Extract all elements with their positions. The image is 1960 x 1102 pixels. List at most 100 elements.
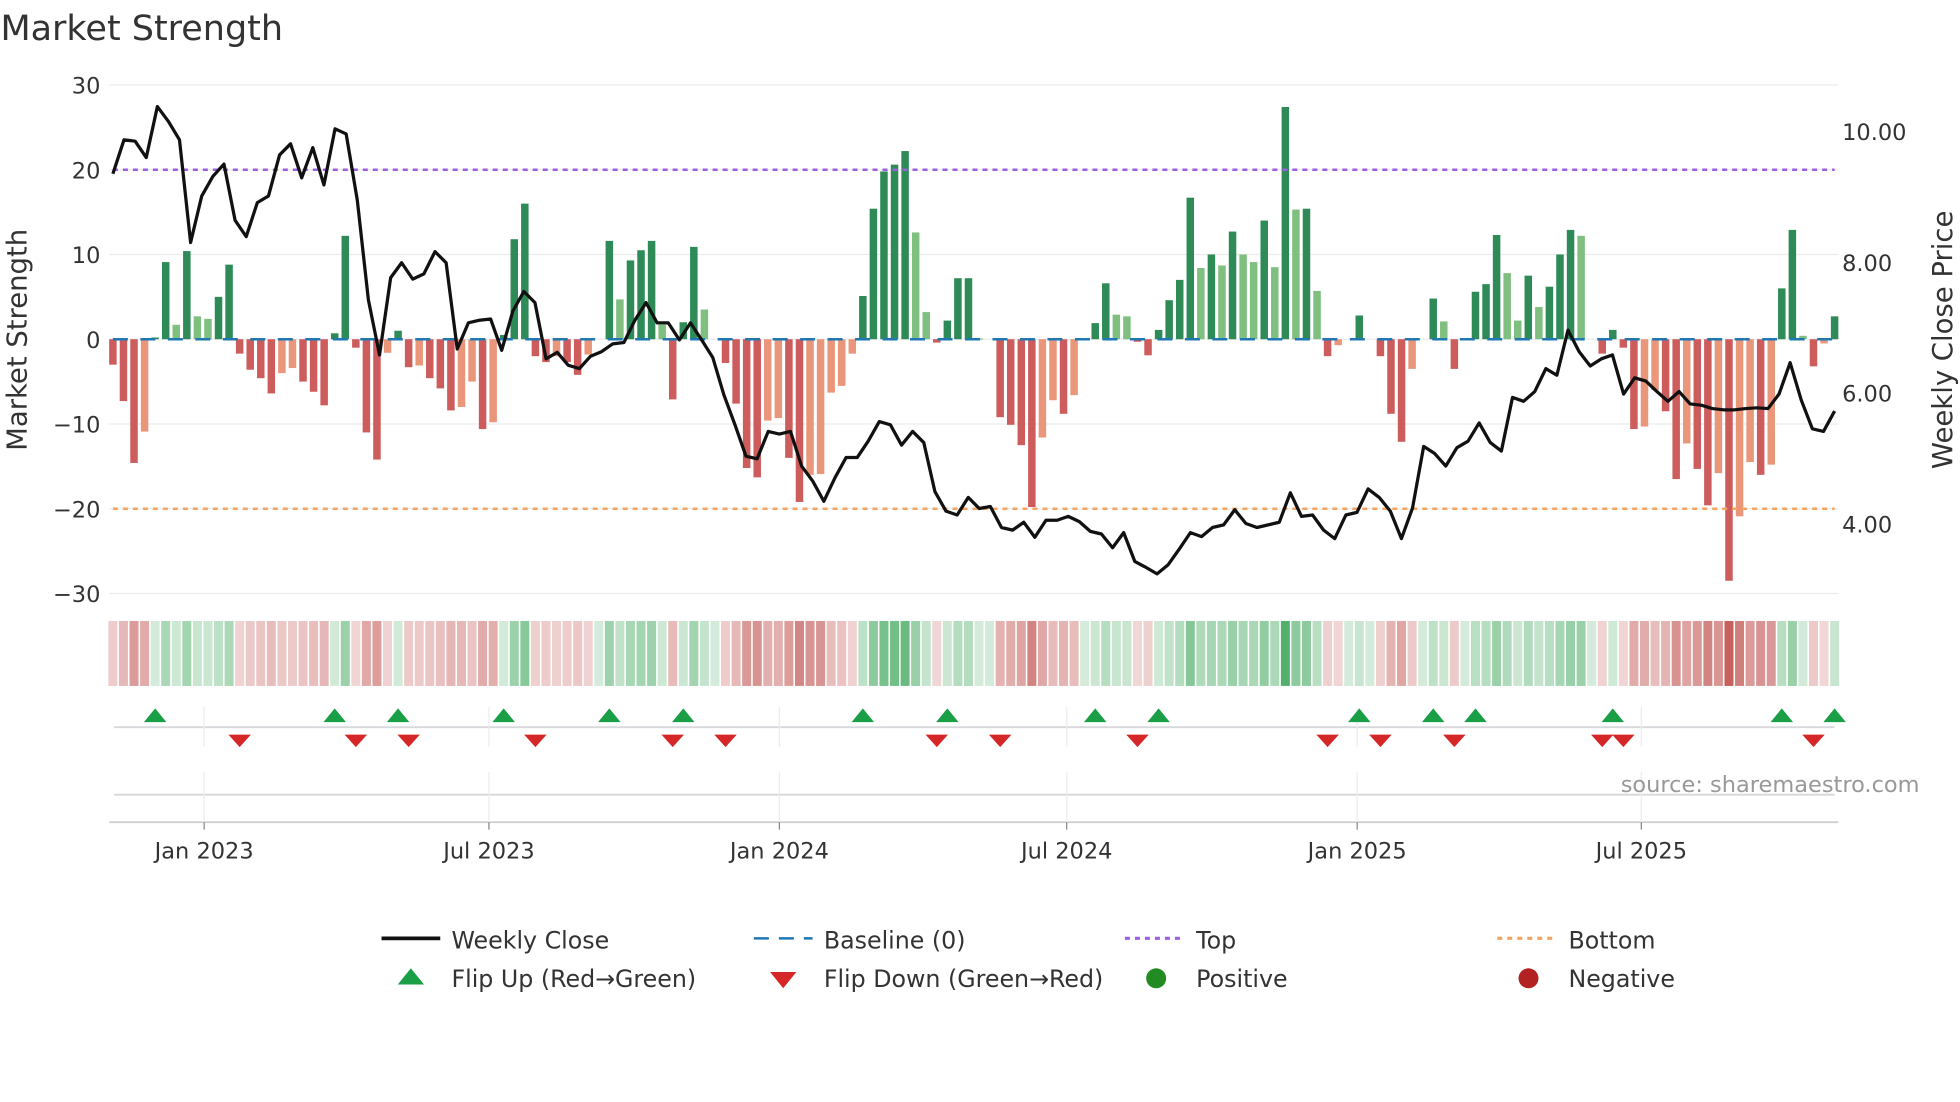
negative-bar xyxy=(246,339,254,370)
strip-cell xyxy=(1756,620,1766,686)
strip-cell xyxy=(1830,620,1840,686)
positive-bar xyxy=(616,299,624,340)
strip-cell xyxy=(1787,620,1797,686)
flip-down-marker xyxy=(714,734,737,748)
negative-bar xyxy=(816,339,825,474)
strip-cell xyxy=(372,620,382,686)
negative-dot-icon xyxy=(1518,968,1539,989)
strip-cell xyxy=(1101,620,1111,686)
strip-cell xyxy=(1185,620,1195,686)
strip-cell xyxy=(1132,620,1142,686)
flip-down-marker xyxy=(524,734,547,748)
strip-cell xyxy=(509,620,519,686)
negative-bar xyxy=(130,339,138,463)
strip-cell xyxy=(1111,620,1121,686)
flip-up-triangle-icon xyxy=(397,968,425,985)
y-right-tick-label: 10.00 xyxy=(1842,120,1906,146)
strip-cell xyxy=(182,620,192,686)
negative-bar xyxy=(299,339,307,382)
strip-cell xyxy=(731,620,741,686)
strip-cell xyxy=(330,620,340,686)
negative-bar xyxy=(404,339,413,368)
flip-up-marker xyxy=(1421,708,1445,723)
strip-cell xyxy=(1027,620,1037,686)
negative-bar xyxy=(1619,339,1628,348)
negative-bar xyxy=(1049,339,1057,401)
positive-bar xyxy=(521,203,529,340)
strip-cell xyxy=(858,620,868,686)
positive-bar xyxy=(193,316,202,340)
strip-cell xyxy=(689,620,699,686)
flip-up-marker xyxy=(598,708,621,723)
flip-down-marker xyxy=(397,734,420,748)
strip-cell xyxy=(879,620,889,686)
legend-negative: Negative xyxy=(1568,965,1674,993)
strip-cell xyxy=(657,620,667,686)
flip-up-marker xyxy=(1083,708,1107,723)
y-tick-label: −20 xyxy=(53,497,100,523)
strip-cell xyxy=(319,620,329,686)
strip-cell xyxy=(1566,620,1576,686)
negative-bar xyxy=(436,339,445,389)
flip-up-marker xyxy=(1147,708,1170,723)
strip-cell xyxy=(636,620,646,686)
y-axis-right-label: Weekly Close Price xyxy=(1927,211,1959,469)
strip-cell xyxy=(974,620,984,686)
negative-bar xyxy=(1704,339,1712,506)
strip-cell xyxy=(478,620,488,686)
strip-cell xyxy=(129,620,139,686)
strip-cell xyxy=(837,620,847,686)
y-tick-label: 0 xyxy=(86,328,100,354)
strip-cell xyxy=(647,620,657,686)
strip-cell xyxy=(1460,620,1470,686)
negative-bar xyxy=(1408,339,1416,369)
strip-cell xyxy=(1449,620,1459,686)
negative-bar xyxy=(415,339,423,366)
strip-cell xyxy=(1333,620,1343,686)
positive-bar xyxy=(172,324,181,340)
positive-bar xyxy=(922,312,930,340)
negative-bar xyxy=(785,339,793,458)
negative-bar xyxy=(1725,339,1733,581)
strip-cell xyxy=(1365,620,1375,686)
positive-bar xyxy=(510,239,519,340)
positive-bar xyxy=(605,240,614,340)
strip-cell xyxy=(1544,620,1554,686)
positive-bar xyxy=(225,264,233,340)
strip-cell xyxy=(1819,620,1829,686)
flip-down-marker xyxy=(925,734,949,748)
strip-cell xyxy=(404,620,414,686)
strip-cell xyxy=(1016,620,1026,686)
strip-cell xyxy=(953,620,963,686)
negative-bar xyxy=(721,339,730,363)
negative-bar xyxy=(447,339,455,411)
legend-top: Top xyxy=(1195,926,1236,954)
positive-bar xyxy=(1355,315,1364,340)
strip-cell xyxy=(773,620,783,686)
flip-down-marker xyxy=(228,734,251,748)
y-right-tick-label: 6.00 xyxy=(1842,382,1892,408)
strip-cell xyxy=(425,620,435,686)
strip-cell xyxy=(383,620,393,686)
positive-bar xyxy=(1545,286,1554,340)
positive-bar xyxy=(1830,316,1839,340)
negative-bar xyxy=(1598,339,1606,354)
positive-bar xyxy=(911,232,920,340)
strip-cell xyxy=(414,620,424,686)
positive-bar xyxy=(890,164,899,340)
negative-bar xyxy=(140,339,149,432)
x-tick-label: Jan 2023 xyxy=(153,838,254,864)
strip-cell xyxy=(1301,620,1311,686)
negative-bar xyxy=(764,339,772,421)
strip-cell xyxy=(868,620,878,686)
negative-bar xyxy=(1017,339,1026,446)
strip-cell xyxy=(1259,620,1269,686)
strip-cell xyxy=(171,620,181,686)
legend-flip-up: Flip Up (Red→Green) xyxy=(451,965,696,993)
strip-cell xyxy=(1175,620,1185,686)
positive-bar xyxy=(964,278,973,340)
x-tick-label: Jul 2023 xyxy=(441,838,534,864)
positive-bar xyxy=(1271,267,1279,340)
strip-cell xyxy=(985,620,995,686)
strip-cell xyxy=(583,620,593,686)
